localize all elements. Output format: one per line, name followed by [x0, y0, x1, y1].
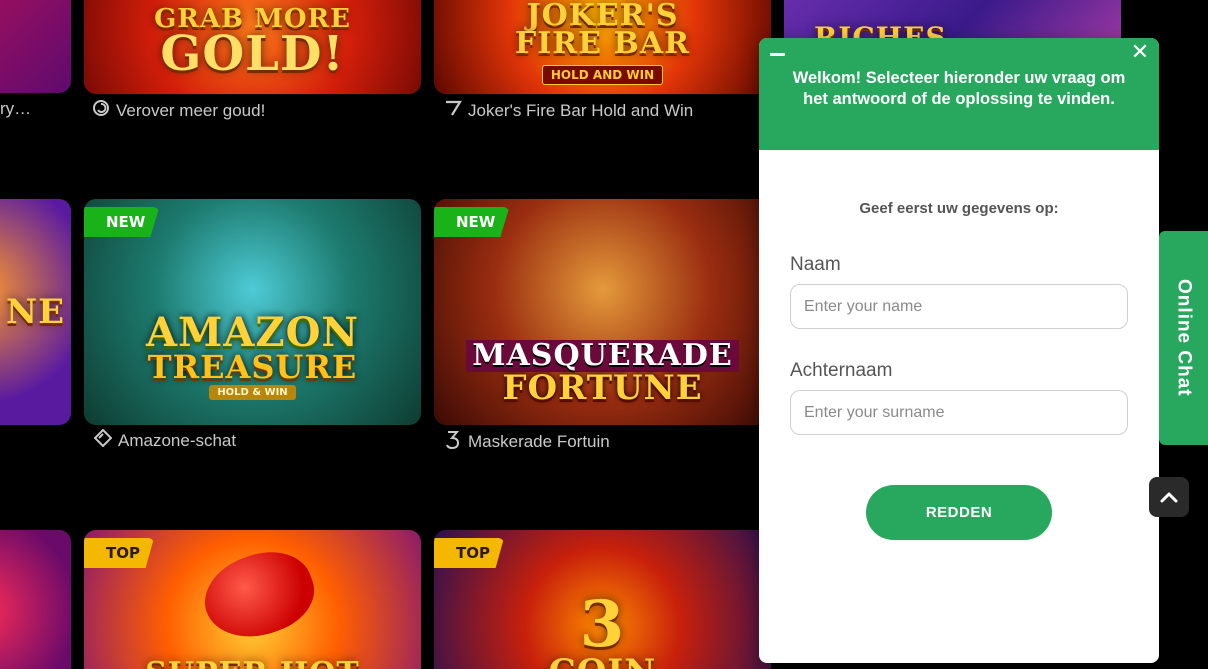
game-art-title: AMAZON: [146, 309, 359, 357]
game-art-title: COIN: [549, 655, 657, 669]
game-art-subtitle: HOLD & WIN: [209, 384, 296, 400]
three-provider-icon: [444, 429, 462, 454]
surname-label: Achternaam: [790, 360, 893, 381]
chat-welcome-message: Welkom! Selecteer hieronder uw vraag om …: [792, 69, 1126, 108]
online-chat-tab-label: Online Chat: [1173, 279, 1195, 397]
top-badge: TOP: [434, 538, 504, 568]
game-art-title: GOLD!: [160, 25, 345, 82]
chat-intro-text: Geef eerst uw gegevens op:: [859, 200, 1059, 217]
game-tile-masquerade-fortune[interactable]: NEW MASQUERADE FORTUNE: [434, 199, 771, 425]
game-caption-masquerade-fortune[interactable]: Maskerade Fortuin: [444, 429, 610, 454]
chevron-up-icon: [1160, 492, 1178, 503]
game-art-title: TREASURE: [147, 348, 358, 387]
minus-icon[interactable]: [769, 46, 785, 62]
diamond-provider-icon: [93, 428, 113, 452]
game-art-subtitle: HOLD AND WIN: [541, 64, 664, 85]
game-caption-jokers-fire-bar[interactable]: Joker's Fire Bar Hold and Win: [444, 99, 693, 122]
game-tile-3-coin[interactable]: TOP 3 COIN: [434, 530, 771, 669]
new-badge: NEW: [84, 207, 160, 237]
new-badge: NEW: [434, 207, 510, 237]
game-tile-super-hot[interactable]: TOP SUPER HOT: [84, 530, 421, 669]
chili-pepper-icon: [193, 538, 325, 652]
game-tile-partial-row3[interactable]: [0, 530, 71, 669]
close-icon[interactable]: ✕: [1129, 42, 1151, 64]
online-chat-tab[interactable]: Online Chat: [1159, 231, 1208, 445]
game-art-title: FIRE BAR: [514, 26, 691, 61]
game-art-title: FORTUNE: [502, 368, 703, 409]
game-tile-grab-more-gold[interactable]: GRAB MORE GOLD!: [84, 0, 421, 94]
spiral-provider-icon: [92, 99, 110, 122]
game-tile-jokers-fire-bar[interactable]: JOKER'S FIRE BAR HOLD AND WIN: [434, 0, 771, 94]
name-input[interactable]: [790, 284, 1128, 329]
submit-button[interactable]: REDDEN: [866, 485, 1052, 540]
game-art-title: NE: [6, 291, 65, 332]
top-badge: TOP: [84, 538, 154, 568]
game-tile-partial-row2[interactable]: NE: [0, 199, 71, 425]
chat-header: ✕ Welkom! Selecteer hieronder uw vraag o…: [759, 38, 1159, 150]
game-tile-amazon-treasure[interactable]: NEW AMAZON TREASURE HOLD & WIN: [84, 199, 421, 425]
game-caption-amazon-treasure[interactable]: Amazone-schat: [93, 428, 236, 452]
scroll-top-button[interactable]: [1149, 477, 1189, 517]
game-caption-grab-more-gold[interactable]: Verover meer goud!: [92, 99, 265, 122]
game-tile-partial-row1[interactable]: [0, 0, 71, 93]
name-label: Naam: [790, 254, 841, 275]
game-art-title: SUPER HOT: [145, 658, 359, 669]
seven-provider-icon: [444, 99, 462, 122]
surname-input[interactable]: [790, 390, 1128, 435]
support-chat-panel: ✕ Welkom! Selecteer hieronder uw vraag o…: [759, 38, 1159, 663]
chat-form: Geef eerst uw gegevens op: Naam Achterna…: [759, 150, 1159, 663]
game-art-title: 3: [579, 586, 626, 662]
game-caption-partial-row1[interactable]: ry…: [0, 99, 31, 119]
